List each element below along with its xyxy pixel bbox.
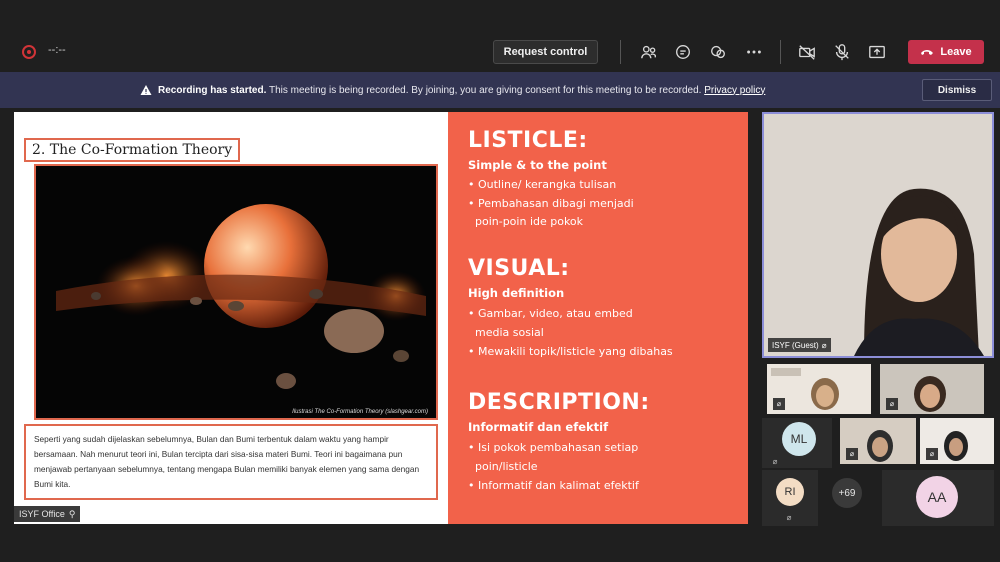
section-item: • Informatif dan kalimat efektif [468,479,639,492]
avatar: ML [782,422,816,456]
avatar-initials: ML [790,432,808,446]
participant-video-frame [764,114,992,356]
mic-off-icon: ⌀ [821,340,827,350]
participant-video-thumb[interactable]: ⌀ [840,418,916,464]
meeting-toolbar: --:-- Request control Leave [0,34,1000,70]
recording-banner-text: Recording has started. This meeting is b… [140,84,765,96]
teams-meeting-window: --:-- Request control Leave Recording ha… [0,0,1000,562]
participant-video-main[interactable]: ISYF (Guest) ⌀ [762,112,994,358]
presenter-name-tag: ISYF Office ⚲ [14,506,81,522]
participant-video-thumb[interactable]: ⌀ [920,418,994,464]
section-item: media sosial [468,326,544,339]
overflow-count: +69 [838,487,856,499]
avatar: AA [916,476,958,518]
leave-label: Leave [940,46,972,58]
section-item: • Gambar, video, atau embed [468,307,633,320]
mic-off-icon: ⌀ [773,398,785,410]
banner-bold-text: Recording has started. [158,84,267,96]
section-heading: DESCRIPTION: [468,390,650,415]
section-subheading: Simple & to the point [468,158,607,172]
dismiss-button[interactable]: Dismiss [922,79,992,101]
leave-button[interactable]: Leave [908,40,984,64]
participant-video-thumb[interactable]: ⌀ [767,364,871,414]
toolbar-divider [780,40,781,64]
privacy-policy-link[interactable]: Privacy policy [704,85,765,96]
banner-message: This meeting is being recorded. By joini… [266,84,702,96]
recording-indicator-icon [22,45,36,59]
section-item: • Pembahasan dibagi menjadi [468,197,634,210]
recording-banner: Recording has started. This meeting is b… [0,72,1000,108]
mic-off-icon: ⌀ [846,448,858,460]
section-item: • Isi pokok pembahasan setiap [468,441,639,454]
section-subheading: High definition [468,286,565,300]
pin-icon: ⚲ [68,508,76,519]
presenter-name: ISYF Office [19,509,65,519]
people-icon[interactable] [639,42,659,62]
mic-off-icon: ⌀ [926,448,938,460]
slide-description: Seperti yang sudah dijelaskan sebelumnya… [24,424,438,500]
warning-icon [140,85,152,95]
phone-hangup-icon [921,50,934,55]
reactions-icon[interactable] [708,42,728,62]
chat-icon[interactable] [673,42,693,62]
section-item: • Mewakili topik/listicle yang dibahas [468,345,673,358]
participant-name: ISYF (Guest) [772,340,819,350]
shared-presentation-slide: 2. The Co-Formation Theory Ilustrasi The… [14,112,748,524]
mic-off-icon[interactable] [832,42,852,62]
co-formation-illustration: Ilustrasi The Co-Formation Theory (slash… [34,164,438,420]
avatar-initials: AA [927,489,947,505]
toolbar-divider [620,40,621,64]
avatar-initials: RI [784,486,796,498]
camera-off-icon[interactable] [797,42,817,62]
share-icon[interactable] [867,42,887,62]
meeting-timer: --:-- [48,44,66,56]
participant-tile[interactable]: AA [882,470,994,526]
slide-left-panel: 2. The Co-Formation Theory Ilustrasi The… [14,112,448,524]
avatar: RI [776,478,804,506]
slide-right-panel: LISTICLE: Simple & to the point • Outlin… [448,112,748,524]
section-subheading: Informatif dan efektif [468,420,609,434]
participant-tile[interactable]: RI ⌀ [762,470,818,526]
participant-name-tag: ISYF (Guest) ⌀ [768,338,831,352]
more-icon[interactable] [744,42,764,62]
section-heading: LISTICLE: [468,128,588,153]
mic-off-icon: ⌀ [886,398,898,410]
image-caption: Ilustrasi The Co-Formation Theory (slash… [292,409,428,415]
slide-title: 2. The Co-Formation Theory [24,138,241,162]
section-item: poin/listicle [468,460,538,473]
request-control-button[interactable]: Request control [493,40,598,64]
mic-off-icon: ⌀ [786,512,792,522]
section-item: • Outline/ kerangka tulisan [468,178,617,191]
participant-tile[interactable]: ML ⌀ [762,418,832,468]
more-participants-button[interactable]: +69 [832,478,862,508]
section-heading: VISUAL: [468,256,570,281]
section-item: poin-poin ide pokok [468,215,584,228]
mic-off-icon: ⌀ [772,456,778,466]
participant-video-thumb[interactable]: ⌀ [880,364,984,414]
